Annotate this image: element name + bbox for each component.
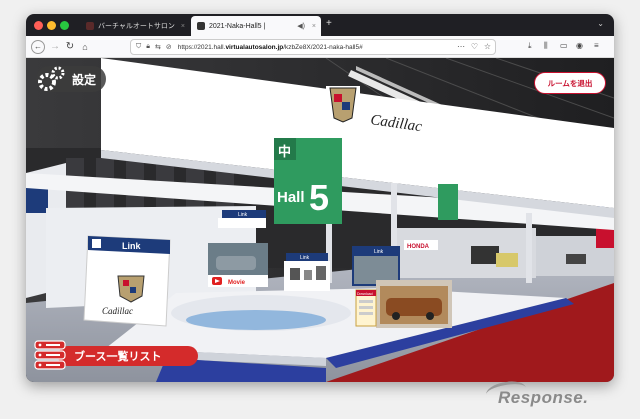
tab-bar: バーチャルオートサロン × 2021-Naka-Hall5 | ◀) × + ⌄	[26, 14, 614, 36]
hall-kanji: 中	[278, 144, 291, 159]
server-list-icon	[34, 340, 66, 370]
hall-word: Hall	[277, 189, 305, 206]
reload-button[interactable]: ↻	[63, 40, 77, 54]
nav-toolbar: ← → ↻ ⌂ ⛉ 🔒︎ ⇆ ⊘ https://2021.hall.virtu…	[26, 36, 614, 58]
new-tab-button[interactable]: +	[326, 18, 332, 29]
tab-title: 2021-Naka-Hall5 |	[209, 22, 266, 30]
back-button[interactable]: ←	[31, 40, 45, 54]
exit-room-button[interactable]: ルームを退出	[534, 72, 606, 94]
tab-naka-hall5[interactable]: 2021-Naka-Hall5 | ◀) ×	[191, 16, 321, 36]
address-bar[interactable]: ⛉ 🔒︎ ⇆ ⊘ https://2021.hall.virtualautosa…	[130, 39, 496, 55]
library-icon[interactable]: ⫼	[544, 41, 548, 51]
link-label: Link	[238, 212, 248, 218]
honda-label: HONDA	[407, 244, 430, 250]
virtual-hall-viewport[interactable]: Cadillac 中 Hall 5 Link Cadillac Link Mov…	[26, 58, 614, 382]
tab-favicon-icon	[86, 22, 94, 30]
hall-number: 5	[309, 177, 329, 218]
hall-scene: Cadillac 中 Hall 5 Link Cadillac Link Mov…	[26, 58, 614, 382]
tab-list-chevron-icon[interactable]: ⌄	[597, 19, 604, 28]
link-label: Link	[374, 249, 384, 255]
shield-icon[interactable]: ⛉	[136, 43, 141, 51]
page: バーチャルオートサロン × 2021-Naka-Hall5 | ◀) × + ⌄…	[0, 0, 640, 419]
download-label: Download	[357, 292, 373, 296]
autoplay-icon[interactable]: ⊘	[166, 43, 172, 51]
forward-button[interactable]: →	[48, 40, 62, 54]
booth-list-button[interactable]: ブース一覧リスト	[34, 340, 198, 370]
close-window-button[interactable]	[34, 21, 43, 30]
settings-button[interactable]: 設定	[36, 66, 106, 92]
hall-sign-distant	[438, 184, 458, 220]
tab-close-icon[interactable]: ×	[312, 23, 316, 30]
pocket-icon[interactable]: ♡	[471, 42, 478, 51]
tab-close-icon[interactable]: ×	[181, 23, 185, 30]
lock-icon[interactable]: 🔒︎	[146, 43, 150, 51]
tab-title: バーチャルオートサロン	[98, 23, 175, 30]
link-label: Link	[122, 241, 141, 251]
tab-favicon-icon	[197, 22, 205, 30]
minimize-window-button[interactable]	[47, 21, 56, 30]
account-icon[interactable]: ◉	[576, 41, 583, 50]
gear-icon	[38, 66, 65, 91]
downloads-icon[interactable]: ⤓	[528, 41, 532, 51]
sidebar-icon[interactable]: ▭	[560, 41, 568, 50]
maximize-window-button[interactable]	[60, 21, 69, 30]
link-panel-wordmark: Cadillac	[102, 306, 133, 316]
booth-list-label: ブース一覧リスト	[58, 346, 198, 366]
url-text: https://2021.hall.virtualautosalon.jp/kz…	[177, 43, 363, 51]
browser-window: バーチャルオートサロン × 2021-Naka-Hall5 | ◀) × + ⌄…	[26, 14, 614, 382]
cadillac-header-logo	[326, 86, 360, 123]
home-button[interactable]: ⌂	[78, 40, 92, 54]
bookmark-star-icon[interactable]: ☆	[484, 42, 491, 51]
movie-label: Movie	[228, 280, 246, 286]
settings-label: 設定	[72, 72, 97, 87]
menu-icon[interactable]: ≡	[594, 41, 599, 50]
link-label: Link	[300, 255, 310, 261]
permissions-icon[interactable]: ⇆	[155, 43, 161, 51]
page-actions-icon[interactable]: ⋯	[457, 42, 465, 51]
response-watermark: Response.	[484, 378, 588, 408]
speaker-icon[interactable]: ◀)	[297, 22, 305, 30]
tab-virtual-auto-salon[interactable]: バーチャルオートサロン ×	[80, 16, 190, 36]
